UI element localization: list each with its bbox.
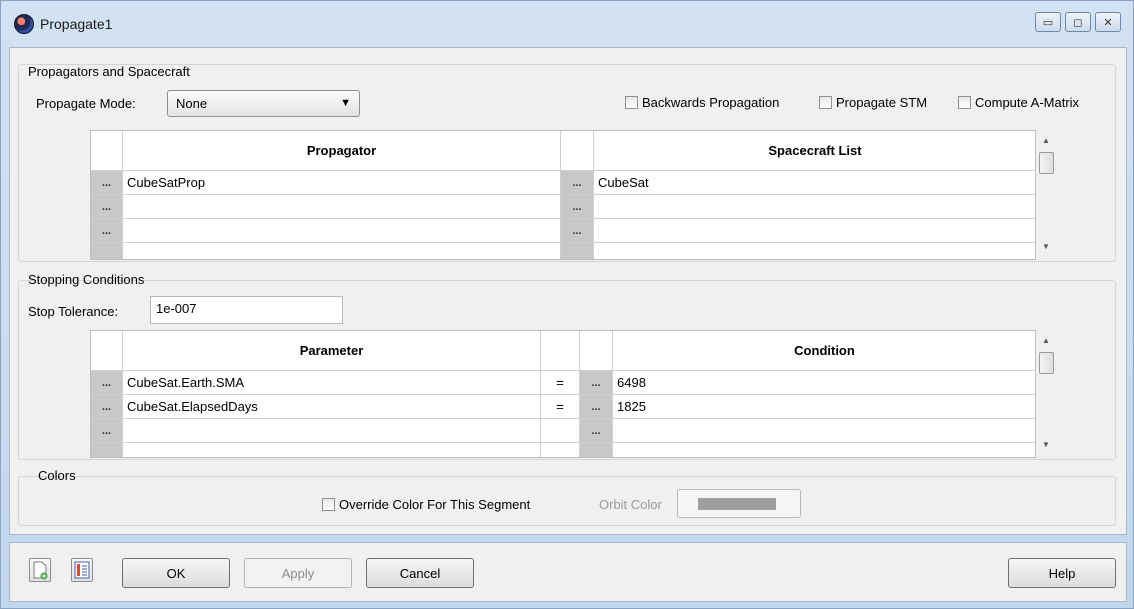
stopping-table-scrollbar[interactable]: ▲ ▼ [1038,330,1055,458]
propagator-select-button[interactable]: ... [91,195,123,219]
propagator-select-button[interactable]: ... [91,171,123,195]
backwards-propagation-checkbox[interactable]: Backwards Propagation [625,95,779,110]
stopping-conditions-group-title: Stopping Conditions [28,272,145,287]
propagator-select-button[interactable] [91,243,123,259]
scroll-thumb[interactable] [1039,152,1054,174]
spacecraft-cell[interactable]: CubeSat [594,171,1035,195]
condition-cell[interactable] [613,419,1035,443]
operator-cell [541,443,580,457]
table-header-spacer [561,131,594,171]
parameter-cell[interactable] [123,419,541,443]
scroll-down-icon[interactable]: ▼ [1042,242,1050,251]
backwards-propagation-label: Backwards Propagation [642,95,780,110]
propagator-cell[interactable]: CubeSatProp [123,171,561,195]
operator-cell: = [541,371,580,395]
operator-column-header [541,331,580,371]
propagate-stm-label: Propagate STM [836,95,928,110]
button-bar: OK Apply Cancel Help [9,542,1127,602]
condition-column-header: Condition [613,331,1035,371]
operator-cell: = [541,395,580,419]
scroll-up-icon[interactable]: ▲ [1042,336,1050,345]
propagate-mode-value: None [176,96,208,111]
apply-button[interactable]: Apply [244,558,352,588]
propagate-dialog: Propagate1 ▭ ◻ ✕ Propagators and Spacecr… [0,0,1134,609]
parameter-select-button[interactable] [91,443,123,457]
title-bar[interactable]: Propagate1 ▭ ◻ ✕ [1,1,1133,47]
ok-button[interactable]: OK [122,558,230,588]
minimize-icon[interactable]: ▭ [1035,12,1061,32]
stop-tolerance-label: Stop Tolerance: [28,304,119,319]
show-script-icon[interactable] [71,558,93,582]
close-icon[interactable]: ✕ [1095,12,1121,32]
table-header-spacer [91,131,123,171]
compute-a-matrix-checkbox[interactable]: Compute A-Matrix [958,95,1079,110]
colors-group-title: Colors [38,468,76,483]
parameter-cell[interactable]: CubeSat.ElapsedDays [123,395,541,419]
condition-cell[interactable] [613,443,1035,457]
orbit-color-label: Orbit Color [599,497,662,512]
condition-select-button[interactable]: ... [580,371,613,395]
propagator-cell[interactable] [123,195,561,219]
gmat-app-icon [14,14,34,34]
table-header-spacer [580,331,613,371]
propagators-group-title: Propagators and Spacecraft [28,64,190,79]
checkbox-box [819,96,832,109]
propagator-table: Propagator Spacecraft List ... CubeSatPr… [90,130,1036,260]
propagator-table-scrollbar[interactable]: ▲ ▼ [1038,130,1055,260]
orbit-color-swatch [698,498,776,510]
help-button[interactable]: Help [1008,558,1116,588]
new-script-icon-graphic [33,561,48,580]
scroll-down-icon[interactable]: ▼ [1042,440,1050,449]
dialog-client-area: Propagators and Spacecraft Propagate Mod… [9,47,1127,535]
orbit-color-button[interactable] [677,489,801,518]
spacecraft-cell[interactable] [594,195,1035,219]
condition-select-button[interactable] [580,443,613,457]
parameter-select-button[interactable]: ... [91,395,123,419]
scroll-thumb[interactable] [1039,352,1054,374]
operator-cell [541,419,580,443]
parameter-cell[interactable]: CubeSat.Earth.SMA [123,371,541,395]
spacecraft-select-button[interactable]: ... [561,171,594,195]
propagate-mode-label: Propagate Mode: [36,96,136,111]
parameter-select-button[interactable]: ... [91,419,123,443]
stopping-conditions-table: Parameter Condition ... CubeSat.Earth.SM… [90,330,1036,458]
compute-a-matrix-label: Compute A-Matrix [975,95,1080,110]
condition-cell[interactable]: 6498 [613,371,1035,395]
window-title: Propagate1 [40,16,113,32]
cancel-button[interactable]: Cancel [366,558,474,588]
spacecraft-select-button[interactable]: ... [561,219,594,243]
parameter-select-button[interactable]: ... [91,371,123,395]
override-color-label: Override Color For This Segment [339,497,531,512]
checkbox-box [625,96,638,109]
new-script-icon[interactable] [29,558,51,582]
propagator-column-header: Propagator [123,131,561,171]
maximize-icon[interactable]: ◻ [1065,12,1091,32]
show-script-icon-graphic [74,561,90,579]
checkbox-box [958,96,971,109]
propagate-mode-select[interactable]: None ▼ [167,90,360,117]
spacecraft-column-header: Spacecraft List [594,131,1035,171]
table-header-spacer [91,331,123,371]
scroll-up-icon[interactable]: ▲ [1042,136,1050,145]
spacecraft-select-button[interactable]: ... [561,195,594,219]
propagate-stm-checkbox[interactable]: Propagate STM [819,95,927,110]
checkbox-box [322,498,335,511]
condition-cell[interactable]: 1825 [613,395,1035,419]
propagator-cell[interactable] [123,219,561,243]
spacecraft-cell[interactable] [594,243,1035,259]
propagator-cell[interactable] [123,243,561,259]
override-color-checkbox[interactable]: Override Color For This Segment [322,497,530,512]
colors-group [18,476,1116,526]
parameter-cell[interactable] [123,443,541,457]
parameter-column-header: Parameter [123,331,541,371]
propagator-select-button[interactable]: ... [91,219,123,243]
condition-select-button[interactable]: ... [580,395,613,419]
spacecraft-cell[interactable] [594,219,1035,243]
spacecraft-select-button[interactable] [561,243,594,259]
condition-select-button[interactable]: ... [580,419,613,443]
chevron-down-icon: ▼ [340,97,351,109]
stop-tolerance-input[interactable]: 1e-007 [150,296,343,324]
